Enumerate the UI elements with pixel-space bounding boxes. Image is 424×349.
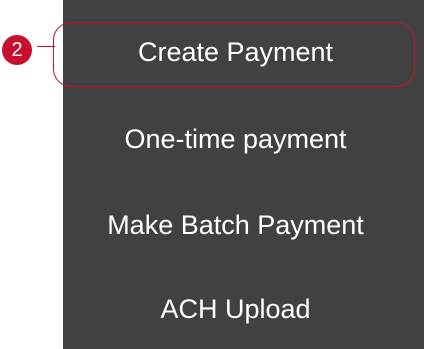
payment-menu: Create Payment One-time payment Make Bat… <box>63 0 424 349</box>
menu-item-make-batch-payment[interactable]: Make Batch Payment <box>55 208 416 242</box>
callout-connector-line <box>37 46 55 47</box>
menu-item-create-payment[interactable]: Create Payment <box>55 35 416 69</box>
menu-item-ach-upload[interactable]: ACH Upload <box>55 292 416 326</box>
screenshot-stage: Create Payment One-time payment Make Bat… <box>0 0 424 349</box>
callout-number-badge: 2 <box>2 35 32 65</box>
menu-item-one-time-payment[interactable]: One-time payment <box>55 122 416 156</box>
